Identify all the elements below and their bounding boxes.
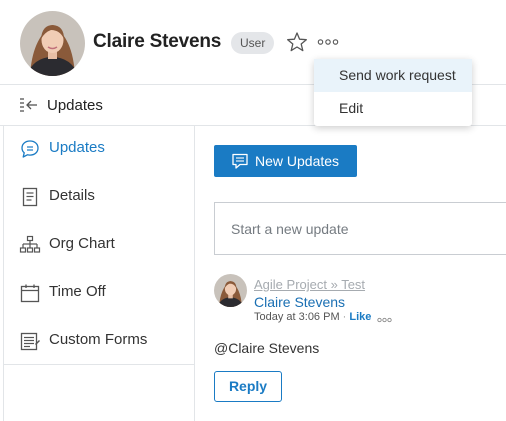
post-context-link[interactable]: Agile Project » Test: [254, 277, 365, 292]
chat-bubble-icon: [231, 152, 249, 170]
sidebar-item-label: Org Chart: [49, 235, 115, 252]
avatar[interactable]: [20, 11, 85, 76]
calendar-icon: [19, 282, 41, 304]
section-title: Updates: [47, 97, 103, 114]
role-badge: User: [231, 32, 275, 54]
sidebar-item-updates[interactable]: Updates: [4, 126, 195, 174]
collapse-sidebar-icon[interactable]: [18, 97, 38, 115]
sidebar-item-label: Updates: [49, 139, 105, 156]
post-author-link[interactable]: Claire Stevens: [254, 294, 345, 310]
profile-name: Claire Stevens: [93, 31, 222, 52]
chat-bubble-icon: [19, 138, 41, 160]
new-updates-label: New Updates: [255, 153, 340, 169]
sidebar-item-details[interactable]: Details: [4, 174, 195, 222]
sidebar-divider: [4, 364, 195, 365]
new-updates-button[interactable]: New Updates: [214, 145, 357, 177]
meta-separator: ·: [342, 311, 347, 323]
sidebar-item-label: Details: [49, 187, 95, 204]
sidebar-item-custom-forms[interactable]: Custom Forms: [4, 318, 195, 366]
sidebar-item-label: Custom Forms: [49, 331, 148, 348]
new-update-placeholder: Start a new update: [231, 221, 349, 237]
post-body: @Claire Stevens: [214, 340, 320, 356]
sidebar-item-time-off[interactable]: Time Off: [4, 270, 195, 318]
org-chart-icon: [19, 234, 41, 256]
more-options-icon[interactable]: [317, 35, 339, 47]
star-icon[interactable]: [286, 31, 308, 53]
post-author-avatar[interactable]: [214, 274, 247, 307]
sidebar-item-org-chart[interactable]: Org Chart: [4, 222, 195, 270]
menu-item-send-work-request[interactable]: Send work request: [314, 59, 472, 92]
document-icon: [19, 186, 41, 208]
sidebar-item-label: Time Off: [49, 283, 106, 300]
post-meta: Today at 3:06 PM · Like: [254, 311, 393, 323]
reply-button[interactable]: Reply: [214, 371, 282, 402]
profile-sidebar: Updates Details Org Chart Time Off Custo…: [3, 126, 195, 421]
post-timestamp: Today at 3:06 PM: [254, 311, 340, 323]
profile-options-menu: Send work request Edit: [314, 59, 472, 126]
menu-item-edit[interactable]: Edit: [314, 92, 472, 125]
more-options-icon[interactable]: [377, 314, 393, 323]
form-icon: [19, 330, 41, 352]
like-link[interactable]: Like: [349, 311, 371, 323]
new-update-input[interactable]: Start a new update: [214, 202, 506, 255]
